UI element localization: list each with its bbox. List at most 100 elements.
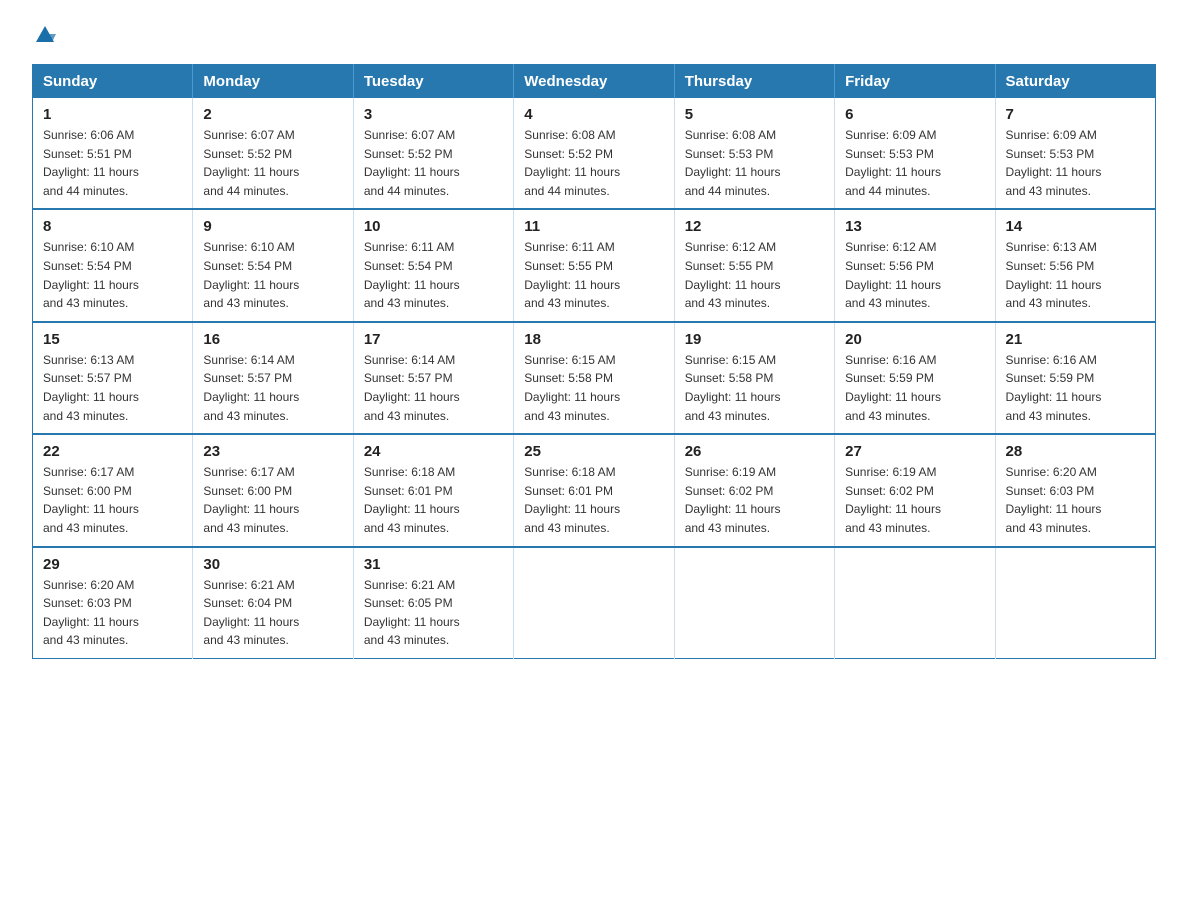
day-number: 3 xyxy=(364,106,503,123)
day-info: Sunrise: 6:10 AMSunset: 5:54 PMDaylight:… xyxy=(203,238,342,312)
calendar-cell xyxy=(995,547,1155,659)
calendar-cell: 24 Sunrise: 6:18 AMSunset: 6:01 PMDaylig… xyxy=(353,434,513,546)
calendar-week-row: 1 Sunrise: 6:06 AMSunset: 5:51 PMDayligh… xyxy=(33,98,1156,209)
day-number: 1 xyxy=(43,106,182,123)
calendar-cell xyxy=(674,547,834,659)
day-number: 26 xyxy=(685,443,824,460)
day-info: Sunrise: 6:15 AMSunset: 5:58 PMDaylight:… xyxy=(524,351,663,425)
calendar-cell: 10 Sunrise: 6:11 AMSunset: 5:54 PMDaylig… xyxy=(353,209,513,321)
day-header-sunday: Sunday xyxy=(33,65,193,99)
day-info: Sunrise: 6:08 AMSunset: 5:53 PMDaylight:… xyxy=(685,126,824,200)
calendar-cell: 20 Sunrise: 6:16 AMSunset: 5:59 PMDaylig… xyxy=(835,322,995,434)
logo xyxy=(32,24,56,46)
day-number: 19 xyxy=(685,331,824,348)
calendar-cell: 30 Sunrise: 6:21 AMSunset: 6:04 PMDaylig… xyxy=(193,547,353,659)
day-info: Sunrise: 6:20 AMSunset: 6:03 PMDaylight:… xyxy=(43,576,182,650)
day-info: Sunrise: 6:06 AMSunset: 5:51 PMDaylight:… xyxy=(43,126,182,200)
day-number: 31 xyxy=(364,556,503,573)
calendar-cell: 9 Sunrise: 6:10 AMSunset: 5:54 PMDayligh… xyxy=(193,209,353,321)
day-info: Sunrise: 6:10 AMSunset: 5:54 PMDaylight:… xyxy=(43,238,182,312)
day-info: Sunrise: 6:21 AMSunset: 6:04 PMDaylight:… xyxy=(203,576,342,650)
calendar-cell xyxy=(514,547,674,659)
calendar-cell: 16 Sunrise: 6:14 AMSunset: 5:57 PMDaylig… xyxy=(193,322,353,434)
logo-triangle-icon xyxy=(34,24,56,46)
day-number: 29 xyxy=(43,556,182,573)
day-header-wednesday: Wednesday xyxy=(514,65,674,99)
day-number: 16 xyxy=(203,331,342,348)
day-info: Sunrise: 6:09 AMSunset: 5:53 PMDaylight:… xyxy=(1006,126,1145,200)
day-number: 25 xyxy=(524,443,663,460)
day-number: 23 xyxy=(203,443,342,460)
calendar-week-row: 15 Sunrise: 6:13 AMSunset: 5:57 PMDaylig… xyxy=(33,322,1156,434)
day-number: 8 xyxy=(43,218,182,235)
calendar-cell: 18 Sunrise: 6:15 AMSunset: 5:58 PMDaylig… xyxy=(514,322,674,434)
day-info: Sunrise: 6:16 AMSunset: 5:59 PMDaylight:… xyxy=(845,351,984,425)
day-info: Sunrise: 6:18 AMSunset: 6:01 PMDaylight:… xyxy=(524,463,663,537)
calendar-cell: 31 Sunrise: 6:21 AMSunset: 6:05 PMDaylig… xyxy=(353,547,513,659)
day-number: 17 xyxy=(364,331,503,348)
day-number: 11 xyxy=(524,218,663,235)
calendar-table: SundayMondayTuesdayWednesdayThursdayFrid… xyxy=(32,64,1156,659)
calendar-cell: 14 Sunrise: 6:13 AMSunset: 5:56 PMDaylig… xyxy=(995,209,1155,321)
day-number: 2 xyxy=(203,106,342,123)
calendar-cell: 13 Sunrise: 6:12 AMSunset: 5:56 PMDaylig… xyxy=(835,209,995,321)
calendar-cell: 7 Sunrise: 6:09 AMSunset: 5:53 PMDayligh… xyxy=(995,98,1155,209)
day-number: 24 xyxy=(364,443,503,460)
day-number: 9 xyxy=(203,218,342,235)
day-info: Sunrise: 6:20 AMSunset: 6:03 PMDaylight:… xyxy=(1006,463,1145,537)
day-number: 6 xyxy=(845,106,984,123)
calendar-cell: 2 Sunrise: 6:07 AMSunset: 5:52 PMDayligh… xyxy=(193,98,353,209)
calendar-cell: 27 Sunrise: 6:19 AMSunset: 6:02 PMDaylig… xyxy=(835,434,995,546)
day-info: Sunrise: 6:16 AMSunset: 5:59 PMDaylight:… xyxy=(1006,351,1145,425)
calendar-cell: 8 Sunrise: 6:10 AMSunset: 5:54 PMDayligh… xyxy=(33,209,193,321)
day-header-thursday: Thursday xyxy=(674,65,834,99)
day-number: 14 xyxy=(1006,218,1145,235)
day-info: Sunrise: 6:14 AMSunset: 5:57 PMDaylight:… xyxy=(364,351,503,425)
calendar-cell: 12 Sunrise: 6:12 AMSunset: 5:55 PMDaylig… xyxy=(674,209,834,321)
day-info: Sunrise: 6:11 AMSunset: 5:54 PMDaylight:… xyxy=(364,238,503,312)
day-info: Sunrise: 6:11 AMSunset: 5:55 PMDaylight:… xyxy=(524,238,663,312)
calendar-cell: 19 Sunrise: 6:15 AMSunset: 5:58 PMDaylig… xyxy=(674,322,834,434)
day-header-friday: Friday xyxy=(835,65,995,99)
day-info: Sunrise: 6:07 AMSunset: 5:52 PMDaylight:… xyxy=(364,126,503,200)
calendar-cell: 17 Sunrise: 6:14 AMSunset: 5:57 PMDaylig… xyxy=(353,322,513,434)
day-number: 30 xyxy=(203,556,342,573)
day-header-monday: Monday xyxy=(193,65,353,99)
day-number: 7 xyxy=(1006,106,1145,123)
calendar-cell: 11 Sunrise: 6:11 AMSunset: 5:55 PMDaylig… xyxy=(514,209,674,321)
day-info: Sunrise: 6:18 AMSunset: 6:01 PMDaylight:… xyxy=(364,463,503,537)
calendar-cell: 21 Sunrise: 6:16 AMSunset: 5:59 PMDaylig… xyxy=(995,322,1155,434)
day-number: 10 xyxy=(364,218,503,235)
day-number: 22 xyxy=(43,443,182,460)
calendar-cell: 6 Sunrise: 6:09 AMSunset: 5:53 PMDayligh… xyxy=(835,98,995,209)
day-header-tuesday: Tuesday xyxy=(353,65,513,99)
day-info: Sunrise: 6:13 AMSunset: 5:57 PMDaylight:… xyxy=(43,351,182,425)
day-header-saturday: Saturday xyxy=(995,65,1155,99)
calendar-cell: 5 Sunrise: 6:08 AMSunset: 5:53 PMDayligh… xyxy=(674,98,834,209)
day-number: 4 xyxy=(524,106,663,123)
day-info: Sunrise: 6:21 AMSunset: 6:05 PMDaylight:… xyxy=(364,576,503,650)
calendar-week-row: 8 Sunrise: 6:10 AMSunset: 5:54 PMDayligh… xyxy=(33,209,1156,321)
day-number: 13 xyxy=(845,218,984,235)
day-info: Sunrise: 6:17 AMSunset: 6:00 PMDaylight:… xyxy=(203,463,342,537)
day-number: 15 xyxy=(43,331,182,348)
calendar-header-row: SundayMondayTuesdayWednesdayThursdayFrid… xyxy=(33,65,1156,99)
calendar-cell: 28 Sunrise: 6:20 AMSunset: 6:03 PMDaylig… xyxy=(995,434,1155,546)
calendar-cell: 15 Sunrise: 6:13 AMSunset: 5:57 PMDaylig… xyxy=(33,322,193,434)
calendar-cell: 22 Sunrise: 6:17 AMSunset: 6:00 PMDaylig… xyxy=(33,434,193,546)
calendar-cell: 25 Sunrise: 6:18 AMSunset: 6:01 PMDaylig… xyxy=(514,434,674,546)
calendar-cell: 29 Sunrise: 6:20 AMSunset: 6:03 PMDaylig… xyxy=(33,547,193,659)
day-number: 28 xyxy=(1006,443,1145,460)
day-number: 21 xyxy=(1006,331,1145,348)
calendar-cell: 26 Sunrise: 6:19 AMSunset: 6:02 PMDaylig… xyxy=(674,434,834,546)
day-info: Sunrise: 6:12 AMSunset: 5:55 PMDaylight:… xyxy=(685,238,824,312)
calendar-cell: 23 Sunrise: 6:17 AMSunset: 6:00 PMDaylig… xyxy=(193,434,353,546)
day-number: 12 xyxy=(685,218,824,235)
day-number: 18 xyxy=(524,331,663,348)
day-info: Sunrise: 6:08 AMSunset: 5:52 PMDaylight:… xyxy=(524,126,663,200)
day-info: Sunrise: 6:19 AMSunset: 6:02 PMDaylight:… xyxy=(845,463,984,537)
calendar-week-row: 29 Sunrise: 6:20 AMSunset: 6:03 PMDaylig… xyxy=(33,547,1156,659)
day-info: Sunrise: 6:12 AMSunset: 5:56 PMDaylight:… xyxy=(845,238,984,312)
day-number: 20 xyxy=(845,331,984,348)
day-info: Sunrise: 6:09 AMSunset: 5:53 PMDaylight:… xyxy=(845,126,984,200)
